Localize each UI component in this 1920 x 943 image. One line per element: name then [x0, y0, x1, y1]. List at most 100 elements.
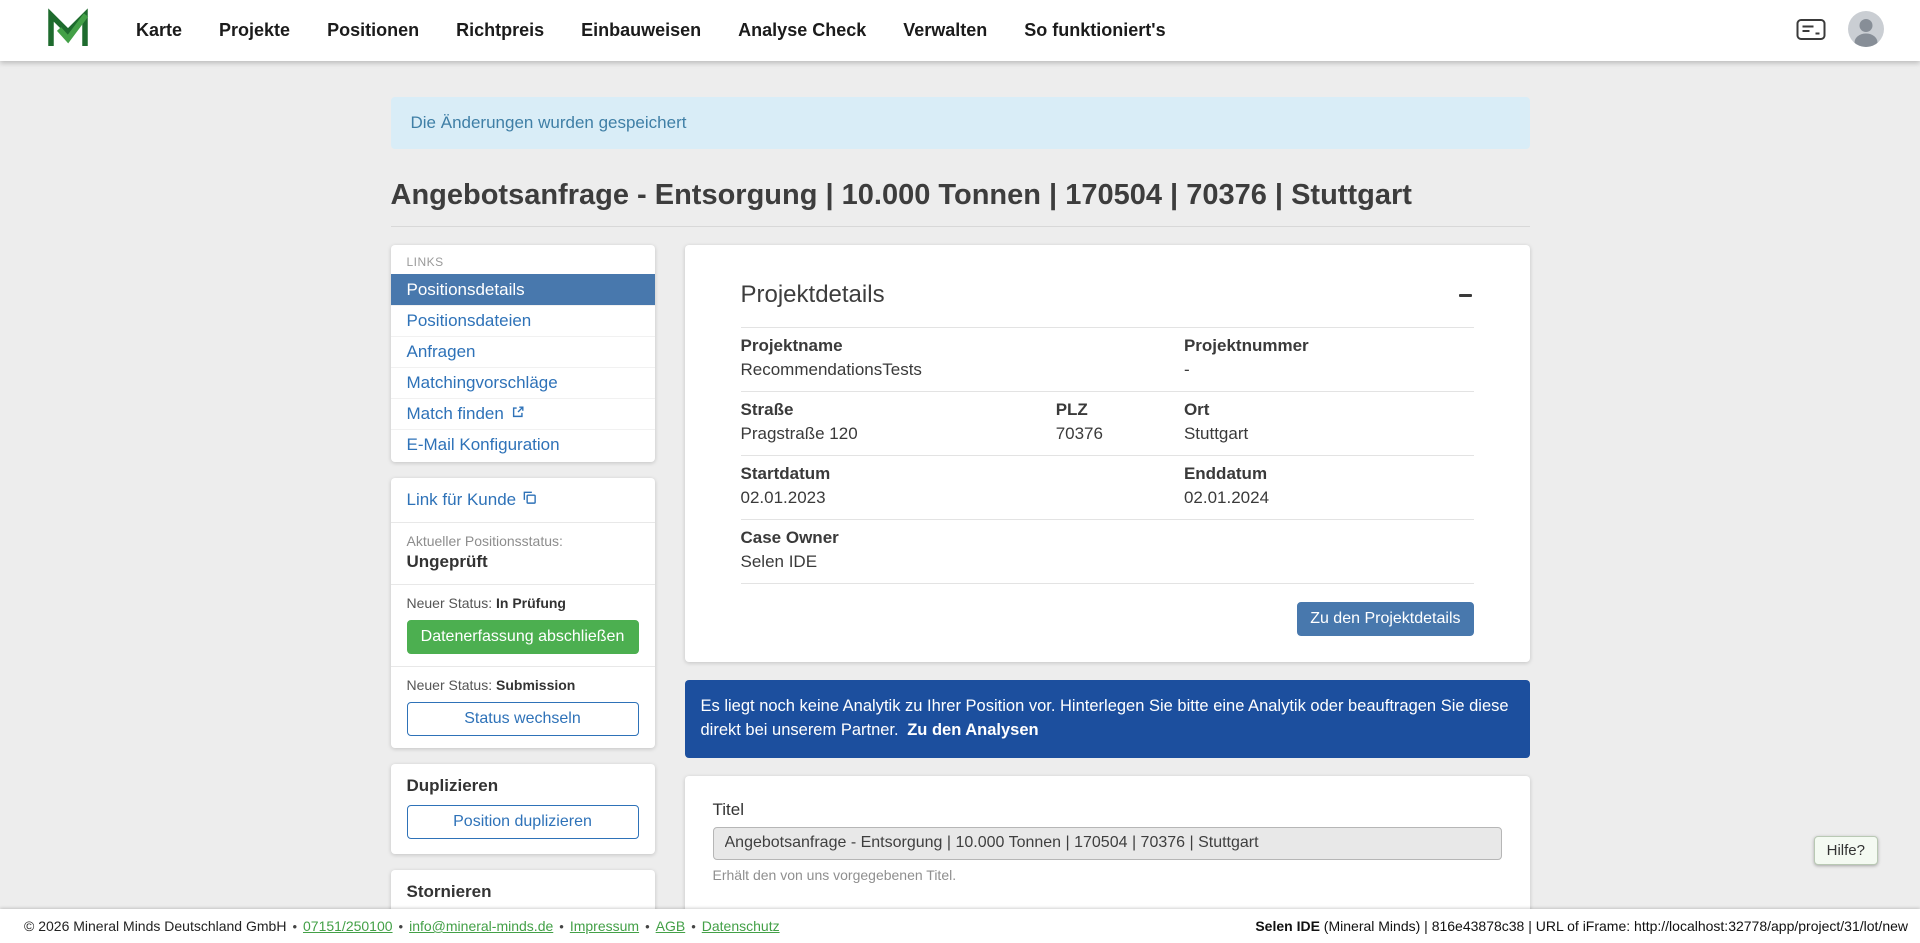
- links-header: LINKS: [391, 245, 655, 274]
- project-details-title: Projektdetails: [741, 281, 885, 309]
- links-card: LINKS Positionsdetails Positionsdateien …: [391, 245, 655, 462]
- footer-left: © 2026 Mineral Minds Deutschland GmbH 07…: [24, 918, 780, 934]
- footer: © 2026 Mineral Minds Deutschland GmbH 07…: [0, 909, 1920, 943]
- next-status-section-2: Neuer Status: Submission Status wechseln: [391, 666, 655, 748]
- analytics-banner: Es liegt noch keine Analytik zu Ihrer Po…: [685, 680, 1530, 758]
- project-details-card: Projektdetails Projektname Recommendatio…: [685, 245, 1530, 662]
- sidebar-item-label: Match finden: [407, 404, 504, 424]
- user-avatar: [1848, 11, 1884, 50]
- new-status-line: Neuer Status: In Prüfung: [407, 595, 639, 611]
- help-button[interactable]: Hilfe?: [1814, 836, 1878, 865]
- next-status-section-1: Neuer Status: In Prüfung Datenerfassung …: [391, 584, 655, 666]
- external-link-icon: [511, 404, 525, 424]
- table-row: Projektname RecommendationsTests Projekt…: [741, 328, 1474, 392]
- footer-link-agb[interactable]: AGB: [656, 918, 686, 934]
- mineral-minds-logo-icon: [46, 8, 90, 53]
- brand-logo[interactable]: [46, 8, 90, 53]
- current-status-section: Aktueller Positionsstatus: Ungeprüft: [391, 522, 655, 584]
- current-status-label: Aktueller Positionsstatus:: [407, 533, 639, 549]
- project-details-table: Projektname RecommendationsTests Projekt…: [741, 327, 1474, 584]
- top-navbar: Karte Projekte Positionen Richtpreis Ein…: [0, 0, 1920, 61]
- separator: [559, 918, 564, 934]
- separator: [691, 918, 696, 934]
- alert-message: Die Änderungen wurden gespeichert: [411, 113, 687, 132]
- customer-link-section: Link für Kunde: [391, 478, 655, 522]
- nav-item-analyse-check[interactable]: Analyse Check: [738, 20, 866, 41]
- field-value: Pragstraße 120: [741, 424, 1056, 444]
- copyright-text: © 2026 Mineral Minds Deutschland GmbH: [24, 918, 286, 934]
- titel-input: [713, 827, 1502, 860]
- table-row: Case Owner Selen IDE: [741, 520, 1474, 584]
- status-card: Link für Kunde Aktueller Positionsstatus…: [391, 478, 655, 748]
- sidebar-item-match-finden[interactable]: Match finden: [391, 398, 655, 429]
- sidebar-item-email-konfiguration[interactable]: E-Mail Konfiguration: [391, 429, 655, 460]
- field-label: Case Owner: [741, 528, 1184, 548]
- customer-link[interactable]: Link für Kunde: [407, 490, 538, 510]
- field-label: Ort: [1184, 400, 1474, 420]
- footer-link-phone[interactable]: 07151/250100: [303, 918, 393, 934]
- sidebar-item-matchingvorschlaege[interactable]: Matchingvorschläge: [391, 367, 655, 398]
- success-alert: Die Änderungen wurden gespeichert: [391, 97, 1530, 149]
- field-value: 02.01.2023: [741, 488, 1184, 508]
- main-column: Projektdetails Projektname Recommendatio…: [685, 245, 1530, 943]
- new-status-value: Submission: [496, 677, 575, 693]
- nav-item-einbauweisen[interactable]: Einbauweisen: [581, 20, 701, 41]
- footer-link-datenschutz[interactable]: Datenschutz: [702, 918, 780, 934]
- banner-text: Es liegt noch keine Analytik zu Ihrer Po…: [701, 697, 1509, 739]
- nav-item-richtpreis[interactable]: Richtpreis: [456, 20, 544, 41]
- field-value: Stuttgart: [1184, 424, 1474, 444]
- separator: [292, 918, 297, 934]
- titel-field-group: Titel Erhält den von uns vorgegebenen Ti…: [713, 800, 1502, 883]
- nav-item-verwalten[interactable]: Verwalten: [903, 20, 987, 41]
- project-details-button[interactable]: Zu den Projektdetails: [1297, 602, 1473, 636]
- field-label: Projektnummer: [1184, 336, 1474, 356]
- sidebar: LINKS Positionsdetails Positionsdateien …: [391, 245, 655, 943]
- card-panel-button[interactable]: [1796, 18, 1826, 44]
- collapse-button[interactable]: [1457, 288, 1474, 303]
- new-status-line: Neuer Status: Submission: [407, 677, 639, 693]
- nav-item-so-funktionierts[interactable]: So funktioniert's: [1024, 20, 1165, 41]
- field-value: RecommendationsTests: [741, 360, 1184, 380]
- duplicate-title: Duplizieren: [407, 776, 639, 796]
- separator: [399, 918, 404, 934]
- titel-label: Titel: [713, 800, 1502, 820]
- analytics-link[interactable]: Zu den Analysen: [907, 721, 1038, 739]
- page-title: Angebotsanfrage - Entsorgung | 10.000 To…: [391, 179, 1530, 212]
- main-navigation: Karte Projekte Positionen Richtpreis Ein…: [136, 20, 1166, 41]
- field-value: -: [1184, 360, 1474, 380]
- sidebar-item-positionsdetails[interactable]: Positionsdetails: [391, 274, 655, 305]
- field-label: PLZ: [1056, 400, 1184, 420]
- field-label: Enddatum: [1184, 464, 1474, 484]
- nav-item-projekte[interactable]: Projekte: [219, 20, 290, 41]
- field-label: Startdatum: [741, 464, 1184, 484]
- minus-icon: [1459, 294, 1472, 297]
- footer-link-impressum[interactable]: Impressum: [570, 918, 639, 934]
- navbar-right: [1796, 11, 1884, 50]
- nav-item-positionen[interactable]: Positionen: [327, 20, 419, 41]
- field-label: Projektname: [741, 336, 1184, 356]
- finish-data-entry-button[interactable]: Datenerfassung abschließen: [407, 620, 639, 654]
- new-status-value: In Prüfung: [496, 595, 566, 611]
- nav-item-karte[interactable]: Karte: [136, 20, 182, 41]
- field-value: Selen IDE: [741, 552, 1184, 572]
- table-row: Startdatum 02.01.2023 Enddatum 02.01.202…: [741, 456, 1474, 520]
- separator: [645, 918, 650, 934]
- new-status-prefix: Neuer Status:: [407, 595, 493, 611]
- duplicate-position-button[interactable]: Position duplizieren: [407, 805, 639, 839]
- table-row: Straße Pragstraße 120 PLZ 70376 Ort Stut…: [741, 392, 1474, 456]
- customer-link-label: Link für Kunde: [407, 490, 517, 510]
- switch-status-button[interactable]: Status wechseln: [407, 702, 639, 736]
- user-menu-button[interactable]: [1848, 11, 1884, 50]
- current-status-value: Ungeprüft: [407, 552, 639, 572]
- field-label: Straße: [741, 400, 1056, 420]
- field-value: 02.01.2024: [1184, 488, 1474, 508]
- titel-help: Erhält den von uns vorgegebenen Titel.: [713, 867, 1502, 883]
- footer-session-details: (Mineral Minds) | 816e43878c38 | URL of …: [1320, 918, 1908, 934]
- footer-link-email[interactable]: info@mineral-minds.de: [409, 918, 553, 934]
- duplicate-card: Duplizieren Position duplizieren: [391, 764, 655, 854]
- copy-icon: [522, 490, 537, 510]
- sidebar-item-positionsdateien[interactable]: Positionsdateien: [391, 305, 655, 336]
- sidebar-item-anfragen[interactable]: Anfragen: [391, 336, 655, 367]
- footer-session-info: Selen IDE (Mineral Minds) | 816e43878c38…: [1255, 918, 1908, 934]
- page-body: Die Änderungen wurden gespeichert Angebo…: [0, 0, 1920, 943]
